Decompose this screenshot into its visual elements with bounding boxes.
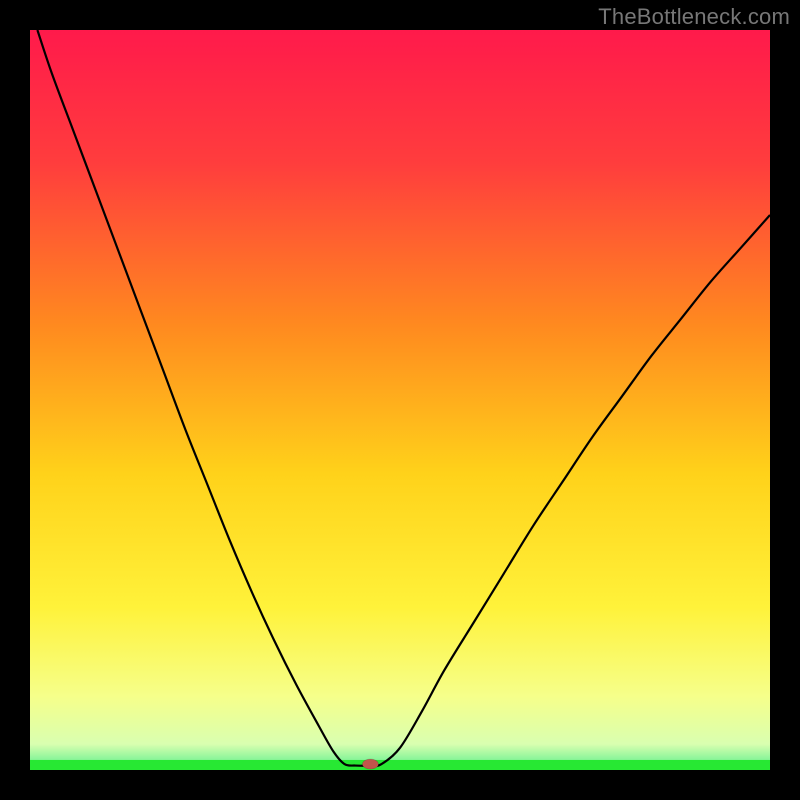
chart-container: TheBottleneck.com xyxy=(0,0,800,800)
optimal-zone-strip xyxy=(30,760,770,770)
gradient-background xyxy=(30,30,770,770)
watermark-text: TheBottleneck.com xyxy=(598,4,790,30)
optimal-point-marker xyxy=(362,759,378,769)
bottleneck-chart-svg xyxy=(30,30,770,770)
plot-area xyxy=(30,30,770,770)
